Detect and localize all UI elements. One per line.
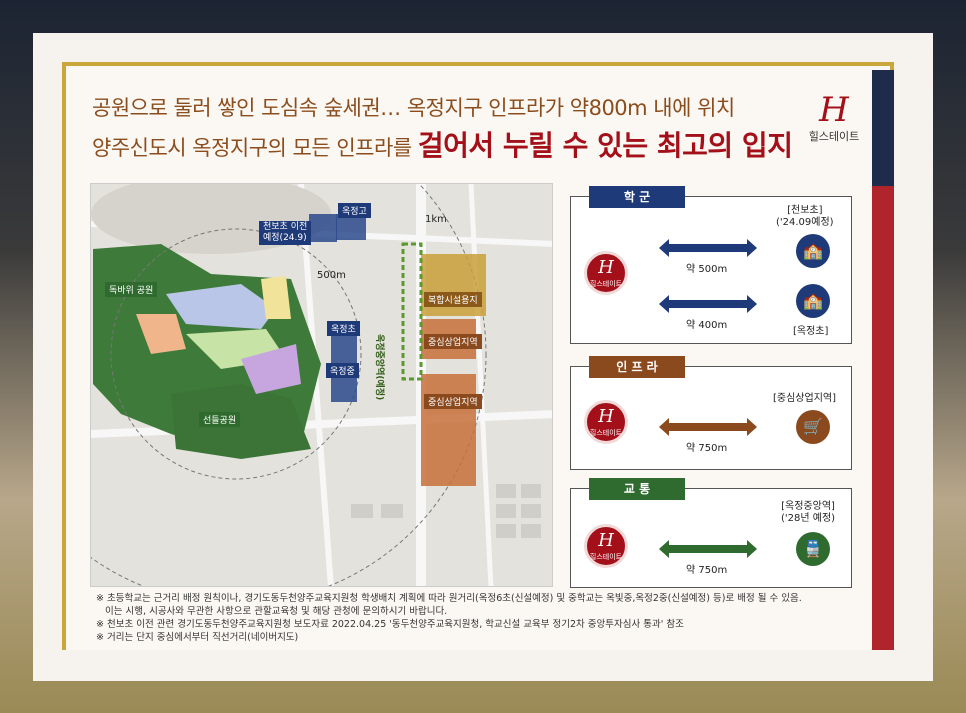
label-complex-site: 복합시설용지: [424, 292, 482, 307]
label-park-dokbawi: 독바위 공원: [105, 282, 158, 297]
arrow-infra: [659, 418, 757, 436]
logo-mark: H: [819, 90, 849, 130]
location-map: 옥정고 천보초 이전 예정(24.9) 독바위 공원 선들공원 옥정초 옥정중 …: [90, 183, 553, 587]
shopping-cart-icon: 🛒: [796, 410, 830, 444]
school-building-icon: 🏫: [796, 234, 830, 268]
dest-school-1: [천보초] ('24.09예정): [776, 205, 834, 228]
dest-infra: [중심상업지역]: [773, 393, 837, 404]
dist-transit: 약 750m: [686, 565, 728, 576]
panel-transit-title: 교 통: [589, 478, 685, 500]
logo-text: 힐스테이트: [808, 130, 860, 143]
brand-logo: H 힐스테이트: [806, 92, 862, 148]
dist-school-1: 약 500m: [686, 264, 728, 275]
note-4: ※ 거리는 단지 중심에서부터 직선거리(네이버지도): [96, 632, 299, 643]
label-park-seondeul: 선들공원: [199, 412, 241, 427]
badge-mark: H: [598, 406, 614, 427]
badge-text: 힐스테이트: [589, 429, 623, 437]
label-station: 옥정중앙역(예정): [374, 334, 384, 401]
label-commercial-2: 중심상업지역: [424, 394, 482, 409]
arrow-transit: [659, 540, 757, 558]
map-background: [91, 184, 552, 586]
panel-school-title: 학 군: [589, 186, 685, 208]
dist-school-2: 약 400m: [686, 320, 728, 331]
panel-infra-title: 인 프 라: [589, 356, 685, 378]
brand-badge-transit: H 힐스테이트: [584, 524, 628, 568]
badge-mark: H: [598, 257, 614, 278]
dest-school-2: [옥정초]: [793, 326, 829, 337]
right-color-band: [872, 70, 894, 650]
badge-text: 힐스테이트: [589, 280, 623, 288]
note-1: ※ 초등학교는 근거리 배정 원칙이나, 경기도동두천양주교육지원청 학생배치 …: [96, 593, 802, 604]
dest-transit: [옥정중앙역] ('28년 예정): [781, 501, 836, 524]
label-okjeong-middle: 옥정중: [326, 363, 359, 378]
train-icon: 🚆: [796, 532, 830, 566]
note-2: 이는 시행, 시공사와 무관한 사항으로 관할교육청 및 해당 관청에 문의하시…: [96, 606, 448, 617]
school-building-icon-2: 🏫: [796, 284, 830, 318]
arrow-school-2: [659, 295, 757, 313]
headline-line1: 공원으로 둘러 쌓인 도심속 숲세권… 옥정지구 인프라가 약800m 내에 위…: [92, 96, 735, 120]
note-3: ※ 천보초 이전 관련 경기도동두천양주교육지원청 보도자료 2022.04.2…: [96, 619, 684, 630]
brand-badge-infra: H 힐스테이트: [584, 400, 628, 444]
headline-line2-prefix: 양주신도시 옥정지구의 모든 인프라를: [92, 136, 418, 160]
label-radius-1km: 1km: [425, 214, 447, 225]
label-radius-500m: 500m: [317, 270, 346, 281]
dist-infra: 약 750m: [686, 443, 728, 454]
label-okjeong-high: 옥정고: [338, 203, 371, 218]
label-cheonbo-relocation: 천보초 이전 예정(24.9): [259, 221, 312, 245]
badge-text: 힐스테이트: [589, 553, 623, 561]
footnotes: ※ 초등학교는 근거리 배정 원칙이나, 경기도동두천양주교육지원청 학생배치 …: [96, 592, 866, 644]
label-commercial-1: 중심상업지역: [424, 334, 482, 349]
arrow-school-1: [659, 239, 757, 257]
headline-line2: 양주신도시 옥정지구의 모든 인프라를 걸어서 누릴 수 있는 최고의 입지: [92, 124, 812, 164]
label-okjeong-elem: 옥정초: [327, 321, 360, 336]
headline-line2-emphasis: 걸어서 누릴 수 있는 최고의 입지: [417, 129, 793, 162]
badge-mark: H: [598, 530, 614, 551]
brand-badge-school: H 힐스테이트: [584, 251, 628, 295]
